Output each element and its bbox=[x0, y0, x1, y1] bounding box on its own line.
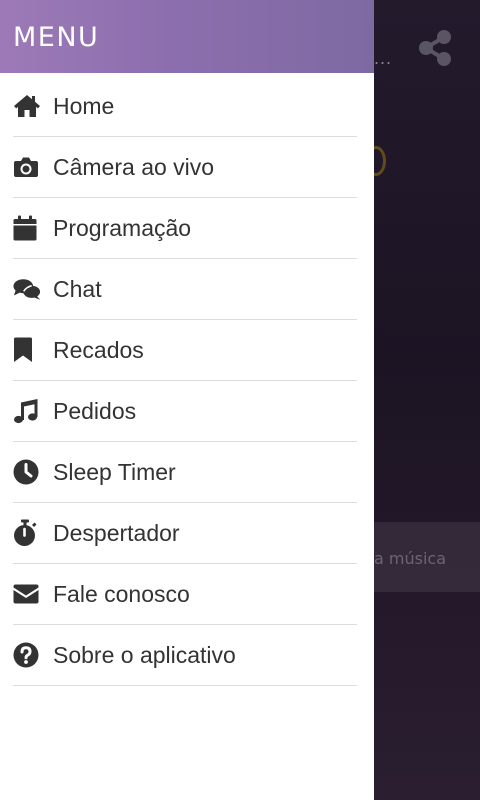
menu-item-sleep-timer[interactable]: Sleep Timer bbox=[13, 442, 357, 503]
menu-item-requests[interactable]: Pedidos bbox=[13, 381, 357, 442]
calendar-icon bbox=[13, 214, 41, 242]
navigation-drawer: MENU Home Câmera ao vivo Programação Cha… bbox=[0, 0, 374, 800]
drawer-header: MENU bbox=[0, 0, 374, 73]
now-playing-text: a música bbox=[374, 549, 446, 568]
help-icon bbox=[13, 641, 41, 669]
menu-item-schedule[interactable]: Programação bbox=[13, 198, 357, 259]
menu-item-label: Despertador bbox=[53, 519, 180, 546]
menu-item-contact[interactable]: Fale conosco bbox=[13, 564, 357, 625]
camera-icon bbox=[13, 153, 41, 181]
menu-item-label: Recados bbox=[53, 336, 144, 363]
menu-item-label: Pedidos bbox=[53, 397, 137, 424]
bookmark-icon bbox=[13, 336, 41, 364]
home-icon bbox=[13, 92, 41, 120]
envelope-icon bbox=[13, 580, 41, 608]
menu-item-label: Sobre o aplicativo bbox=[53, 641, 236, 668]
menu-item-alarm[interactable]: Despertador bbox=[13, 503, 357, 564]
menu-item-camera[interactable]: Câmera ao vivo bbox=[13, 137, 357, 198]
menu-item-about[interactable]: Sobre o aplicativo bbox=[13, 625, 357, 686]
menu-item-label: Fale conosco bbox=[53, 580, 190, 607]
music-note-icon bbox=[13, 397, 41, 425]
menu-item-label: Câmera ao vivo bbox=[53, 153, 215, 180]
menu-list: Home Câmera ao vivo Programação Chat Rec… bbox=[13, 76, 357, 686]
drawer-title: MENU bbox=[13, 22, 100, 53]
menu-item-messages[interactable]: Recados bbox=[13, 320, 357, 381]
stopwatch-icon bbox=[13, 519, 41, 547]
clock-icon bbox=[13, 458, 41, 486]
menu-item-label: Chat bbox=[53, 275, 102, 302]
chat-icon bbox=[13, 275, 41, 303]
menu-item-label: Sleep Timer bbox=[53, 458, 176, 485]
menu-item-label: Home bbox=[53, 92, 115, 119]
menu-item-label: Programação bbox=[53, 214, 192, 241]
menu-item-chat[interactable]: Chat bbox=[13, 259, 357, 320]
overflow-dots[interactable]: ... bbox=[374, 48, 392, 69]
menu-item-home[interactable]: Home bbox=[13, 76, 357, 137]
share-icon[interactable] bbox=[417, 29, 453, 67]
